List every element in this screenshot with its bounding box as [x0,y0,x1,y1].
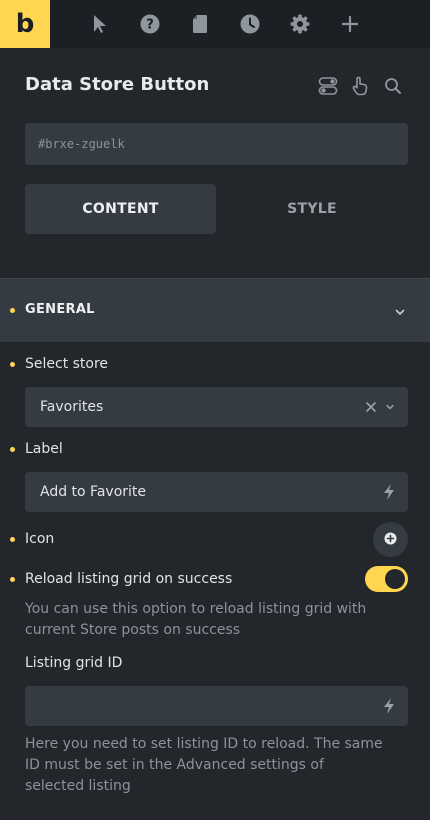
section-label: GENERAL [25,302,95,317]
icon-label: Icon [25,531,55,547]
toggles-icon[interactable] [317,75,339,97]
chevron-down-icon [393,304,407,323]
search-icon[interactable] [382,75,404,97]
changed-indicator-dot [10,447,15,452]
dynamic-data-icon[interactable] [380,482,398,502]
pointer-icon[interactable] [87,12,111,36]
label-field-label: Label [25,441,63,457]
tab-style[interactable]: STYLE [216,184,408,234]
top-toolbar: b ? [0,0,430,48]
select-store-label: Select store [25,356,109,372]
chevron-down-icon[interactable] [383,400,397,414]
history-icon[interactable] [238,12,262,36]
label-input-value: Add to Favorite [40,484,147,500]
changed-indicator-dot [10,577,15,582]
reload-listing-toggle[interactable] [365,566,408,592]
toggle-knob [385,569,405,589]
bricks-logo[interactable]: b [0,0,50,48]
clear-icon[interactable] [364,400,378,414]
changed-indicator-dot [10,308,15,313]
dynamic-data-icon[interactable] [380,696,398,716]
select-store-dropdown[interactable]: Favorites [25,387,408,427]
add-circle-icon [384,530,397,549]
select-store-value: Favorites [40,399,104,415]
help-icon[interactable]: ? [138,12,162,36]
changed-indicator-dot [10,362,15,367]
svg-text:?: ? [146,18,154,33]
add-icon[interactable] [338,12,362,36]
icon-picker-button[interactable] [373,522,408,557]
tab-content[interactable]: CONTENT [25,184,216,234]
reload-listing-label: Reload listing grid on success [25,571,233,587]
panel-title: Data Store Button [25,74,210,95]
settings-icon[interactable] [288,12,312,36]
listing-grid-id-label: Listing grid ID [25,655,123,671]
general-section-header[interactable]: GENERAL [0,278,430,342]
reload-listing-help: You can use this option to reload listin… [25,601,367,638]
hand-pointer-icon[interactable] [349,75,371,97]
label-input[interactable]: Add to Favorite [25,472,408,512]
page-icon[interactable] [188,12,212,36]
listing-grid-id-input[interactable] [25,686,408,726]
changed-indicator-dot [10,537,15,542]
element-id-field[interactable]: #brxe-zguelk [25,123,408,165]
listing-grid-id-help: Here you need to set listing ID to reloa… [25,736,383,794]
